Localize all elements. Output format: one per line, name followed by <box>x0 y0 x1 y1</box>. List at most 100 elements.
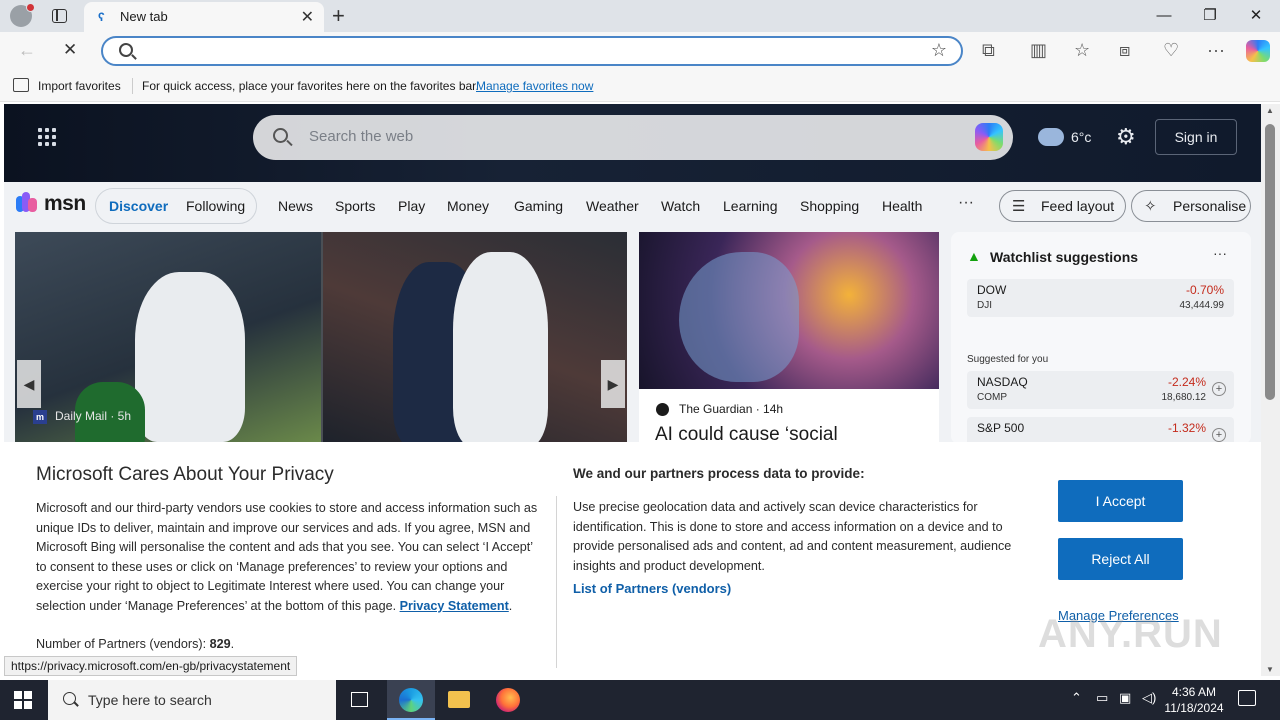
carousel-next-button[interactable]: ▶ <box>601 360 625 408</box>
stock-change: -0.70% <box>1185 283 1224 297</box>
volume-icon[interactable]: ◁) <box>1142 690 1156 706</box>
top-story-carousel[interactable]: ◀ ▶ m Daily Mail · 5h <box>15 232 627 442</box>
personalise-label: Personalise <box>1173 198 1247 214</box>
nav-watch[interactable]: Watch <box>661 198 700 214</box>
nav-weather[interactable]: Weather <box>586 198 639 214</box>
msn-logo-icon[interactable] <box>16 192 38 214</box>
privacy-statement-link[interactable]: Privacy Statement <box>400 599 509 613</box>
ai-story-image <box>639 232 939 389</box>
address-bar[interactable]: ☆ <box>101 36 963 66</box>
watchlist-more-button[interactable]: ··· <box>1213 245 1227 261</box>
favorites-bar: Import favorites For quick access, place… <box>0 70 1280 102</box>
new-tab-button[interactable]: + <box>332 3 345 29</box>
network-icon[interactable]: ▣ <box>1119 690 1131 706</box>
stock-row[interactable]: S&P 500 -1.32% + <box>967 417 1234 442</box>
add-to-watchlist-icon[interactable]: + <box>1212 382 1226 396</box>
stock-index: COMP <box>977 392 1007 403</box>
favorite-star-icon[interactable]: ☆ <box>931 40 947 61</box>
nav-gaming[interactable]: Gaming <box>514 198 563 214</box>
back-icon[interactable]: ← <box>18 40 36 60</box>
chevron-up-icon[interactable]: ⌃ <box>1071 690 1082 706</box>
page-scrollbar[interactable]: ▲ ▼ <box>1261 104 1280 676</box>
stock-row[interactable]: NASDAQ COMP -2.24% 18,680.12 + <box>967 371 1234 409</box>
restore-button[interactable]: ❐ <box>1187 4 1233 28</box>
nav-health[interactable]: Health <box>882 198 922 214</box>
feed-layout-button[interactable]: ☰ Feed layout <box>999 190 1126 222</box>
msn-page: Search the web 6°c ⚙ Sign in msn Discove… <box>4 104 1261 442</box>
web-search-input[interactable]: Search the web <box>309 128 413 145</box>
close-window-button[interactable]: ✕ <box>1233 4 1279 28</box>
stock-row[interactable]: DOW DJI -0.70% 43,444.99 <box>967 279 1234 317</box>
privacy-body-period: . <box>508 598 513 613</box>
stop-loading-icon[interactable]: ✕ <box>63 40 77 60</box>
add-to-watchlist-icon[interactable]: + <box>1212 428 1226 442</box>
nav-shopping[interactable]: Shopping <box>800 198 859 214</box>
msn-logo-text[interactable]: msn <box>44 192 86 216</box>
carousel-prev-button[interactable]: ◀ <box>17 360 41 408</box>
sign-in-button[interactable]: Sign in <box>1155 119 1237 155</box>
taskbar-edge[interactable] <box>387 680 435 720</box>
taskbar-file-explorer[interactable] <box>435 680 483 720</box>
system-clock[interactable]: 4:36 AM 11/18/2024 <box>1160 684 1228 716</box>
search-icon <box>63 692 76 705</box>
close-tab-icon[interactable]: ✕ <box>301 7 314 27</box>
stock-symbol: DOW <box>977 283 1007 297</box>
scroll-down-icon[interactable]: ▼ <box>1266 665 1274 674</box>
feed-tabs: Discover Following <box>95 188 257 224</box>
personalise-button[interactable]: ✧ Personalise <box>1131 190 1251 222</box>
notifications-icon[interactable] <box>1238 690 1256 706</box>
taskbar-search-box[interactable]: Type here to search <box>48 680 336 720</box>
collections-icon[interactable]: ⧈ <box>1119 40 1130 60</box>
taskbar-firefox[interactable] <box>484 680 532 720</box>
favorites-icon[interactable]: ☆ <box>1074 40 1090 60</box>
minimize-button[interactable]: — <box>1141 4 1187 28</box>
manage-favorites-link[interactable]: Manage favorites now <box>476 79 593 93</box>
tab-actions-icon[interactable] <box>52 9 67 23</box>
weather-temperature[interactable]: 6°c <box>1071 129 1091 145</box>
anyrun-watermark: ANY.RUN <box>1038 612 1223 656</box>
split-screen-icon[interactable]: ▥ <box>1030 40 1047 60</box>
gear-icon[interactable]: ⚙ <box>1116 124 1136 150</box>
guardian-logo-icon <box>656 403 669 416</box>
nav-news[interactable]: News <box>278 198 313 214</box>
settings-more-icon[interactable]: ··· <box>1207 40 1225 60</box>
nav-more-button[interactable]: ··· <box>958 194 974 212</box>
tab-title: New tab <box>120 9 168 24</box>
list-of-partners-link[interactable]: List of Partners (vendors) <box>573 581 731 596</box>
battery-icon[interactable]: ▭ <box>1096 690 1108 706</box>
data-processing-description: Use precise geolocation data and activel… <box>573 500 1012 573</box>
nav-money[interactable]: Money <box>447 198 489 214</box>
scroll-up-icon[interactable]: ▲ <box>1266 106 1274 115</box>
stock-value: 18,680.12 <box>1161 392 1207 403</box>
reject-all-button[interactable]: Reject All <box>1058 538 1183 580</box>
sliders-icon: ☰ <box>1012 198 1026 215</box>
tab-discover[interactable]: Discover <box>109 198 168 214</box>
privacy-title: Microsoft Cares About Your Privacy <box>36 464 334 485</box>
ai-story-headline[interactable]: AI could cause ‘social <box>655 424 838 442</box>
extensions-icon[interactable]: ⧉ <box>982 40 995 60</box>
title-bar: ʕ New tab ✕ + — ❐ ✕ <box>0 0 1280 32</box>
profile-icon[interactable] <box>10 3 35 27</box>
nav-learning[interactable]: Learning <box>723 198 778 214</box>
edge-icon <box>399 688 423 712</box>
copilot-icon[interactable] <box>1246 40 1270 62</box>
import-favorites-button[interactable]: Import favorites <box>38 79 121 93</box>
scroll-thumb[interactable] <box>1265 124 1275 400</box>
stock-index: DJI <box>977 300 992 311</box>
copilot-icon[interactable] <box>975 123 1003 151</box>
apps-grid-icon[interactable] <box>38 128 58 148</box>
taskbar-search-input[interactable]: Type here to search <box>88 692 212 708</box>
browser-essentials-icon[interactable]: ♡ <box>1163 40 1179 60</box>
tab-following[interactable]: Following <box>186 198 245 214</box>
task-view-button[interactable] <box>336 680 384 720</box>
accept-button[interactable]: I Accept <box>1058 480 1183 522</box>
stock-change: -1.32% <box>1167 421 1206 435</box>
ai-story-card[interactable]: The Guardian · 14h AI could cause ‘socia… <box>639 232 939 442</box>
nav-play[interactable]: Play <box>398 198 425 214</box>
nav-sports[interactable]: Sports <box>335 198 375 214</box>
web-search-box[interactable]: Search the web <box>253 115 1013 160</box>
tab-new-tab[interactable]: ʕ New tab ✕ <box>84 2 324 32</box>
windows-start-icon[interactable] <box>14 691 32 709</box>
weather-cloud-icon[interactable] <box>1038 128 1064 146</box>
watchlist-title[interactable]: Watchlist suggestions <box>990 249 1138 265</box>
